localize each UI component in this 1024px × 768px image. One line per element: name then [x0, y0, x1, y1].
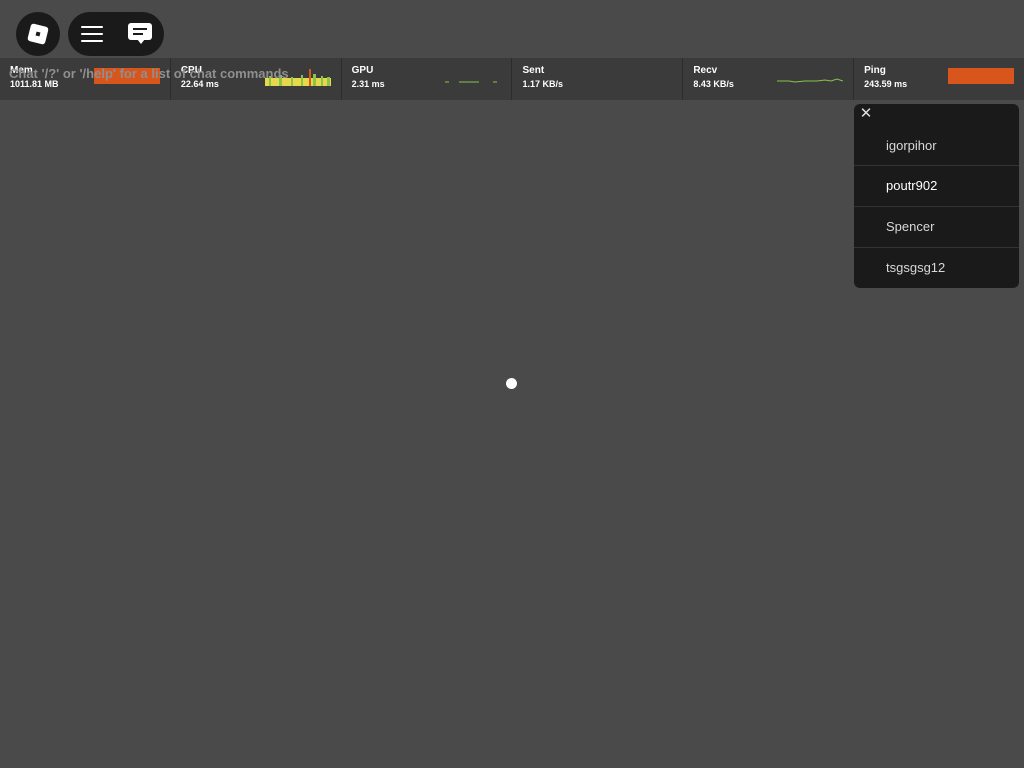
mem-graph [93, 68, 160, 84]
stat-recv[interactable]: Recv 8.43 KB/s [683, 58, 855, 100]
gpu-graph [445, 81, 498, 83]
player-list: ✕ igorpihor poutr902 Spencer tsgsgsg12 [854, 104, 1019, 288]
stat-mem[interactable]: Mem 1011.81 MB [0, 58, 171, 100]
cpu-graph [264, 69, 331, 86]
recv-graph [777, 78, 844, 83]
chat-button[interactable] [116, 12, 164, 56]
roblox-menu-button[interactable] [16, 12, 60, 56]
player-list-item[interactable]: tsgsgsg12 [854, 248, 1019, 288]
menu-button[interactable] [68, 12, 116, 56]
chat-bubble-icon [128, 23, 152, 45]
stat-sent[interactable]: Sent 1.17 KB/s [512, 58, 684, 100]
ping-graph [947, 68, 1014, 84]
player-list-item[interactable]: poutr902 [854, 166, 1019, 207]
stat-ping[interactable]: Ping 243.59 ms [854, 58, 1024, 100]
close-icon[interactable]: ✕ [859, 106, 873, 121]
top-bar-buttons [68, 12, 164, 56]
stat-gpu[interactable]: GPU 2.31 ms [342, 58, 513, 100]
hamburger-menu-icon [81, 26, 103, 42]
player-list-item[interactable]: Spencer [854, 207, 1019, 248]
roblox-logo-icon [27, 23, 49, 45]
performance-stats-bar: Mem 1011.81 MB CPU 22.64 ms GPU 2.31 ms … [0, 58, 1024, 100]
stat-label: Sent [522, 65, 545, 76]
stat-value: 1.17 KB/s [522, 79, 564, 89]
crosshair-icon [506, 378, 517, 389]
stat-cpu[interactable]: CPU 22.64 ms [171, 58, 342, 100]
player-list-item[interactable]: igorpihor [854, 126, 1019, 166]
